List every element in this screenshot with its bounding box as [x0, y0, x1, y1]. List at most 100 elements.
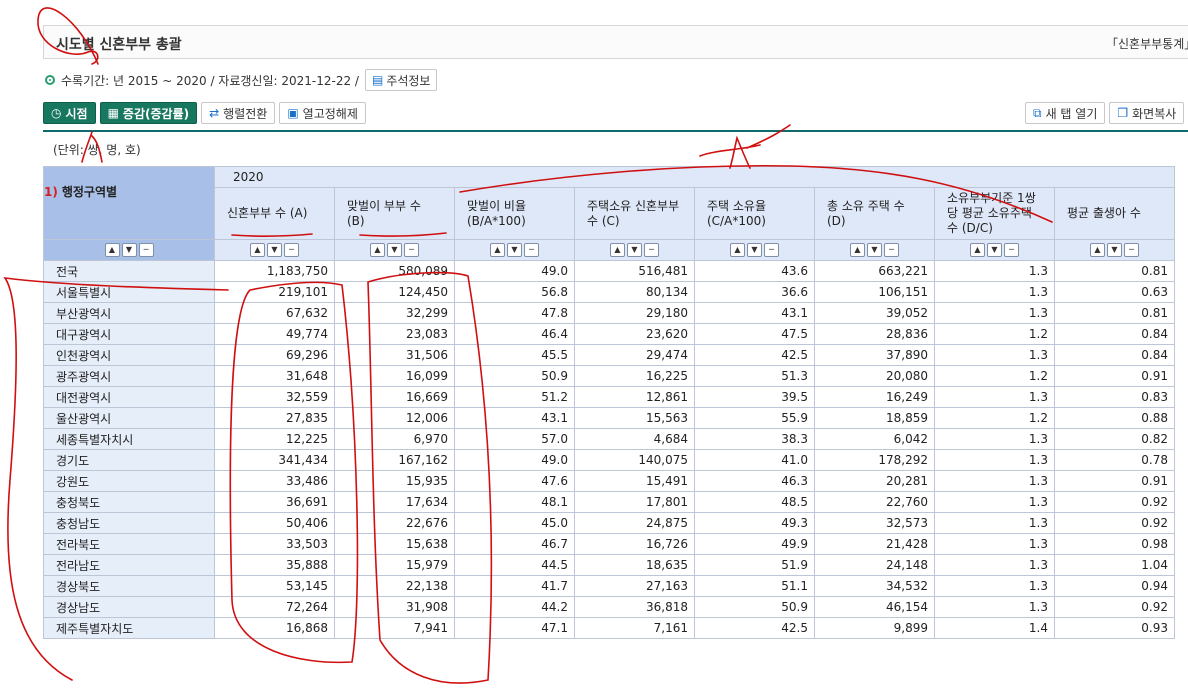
table-cell[interactable]: 0.83 [1054, 386, 1175, 408]
table-cell[interactable]: 38.3 [694, 428, 815, 450]
table-cell[interactable]: 15,563 [574, 407, 695, 429]
table-cell[interactable]: 41.7 [454, 575, 575, 597]
table-cell[interactable]: 516,481 [574, 260, 695, 282]
table-cell[interactable]: 140,075 [574, 449, 695, 471]
table-cell[interactable]: 29,474 [574, 344, 695, 366]
table-cell[interactable]: 67,632 [214, 302, 335, 324]
row-label[interactable]: 충청북도 [43, 491, 215, 513]
sort-desc-icon[interactable]: ▼ [867, 243, 882, 258]
table-cell[interactable]: 45.0 [454, 512, 575, 534]
table-cell[interactable]: 0.82 [1054, 428, 1175, 450]
table-cell[interactable]: 12,006 [334, 407, 455, 429]
table-cell[interactable]: 0.84 [1054, 323, 1175, 345]
table-cell[interactable]: 33,486 [214, 470, 335, 492]
sort-reset-icon[interactable]: ─ [764, 243, 779, 258]
sort-desc-icon[interactable]: ▼ [627, 243, 642, 258]
sort-reset-icon[interactable]: ─ [884, 243, 899, 258]
table-cell[interactable]: 36.6 [694, 281, 815, 303]
row-label[interactable]: 전국 [43, 260, 215, 282]
table-cell[interactable]: 17,801 [574, 491, 695, 513]
table-cell[interactable]: 23,083 [334, 323, 455, 345]
sort-reset-icon[interactable]: ─ [1004, 243, 1019, 258]
table-cell[interactable]: 39,052 [814, 302, 935, 324]
sort-desc-icon[interactable]: ▼ [987, 243, 1002, 258]
table-cell[interactable]: 16,249 [814, 386, 935, 408]
table-cell[interactable]: 43.1 [454, 407, 575, 429]
col-header[interactable]: 맞벌이 비율 (B/A*100) [454, 187, 575, 240]
table-cell[interactable]: 7,941 [334, 617, 455, 639]
table-cell[interactable]: 41.0 [694, 449, 815, 471]
pivot-button[interactable]: ⇄ 행렬전환 [201, 102, 276, 124]
sort-reset-icon[interactable]: ─ [524, 243, 539, 258]
table-cell[interactable]: 0.92 [1054, 596, 1175, 618]
sort-asc-icon[interactable]: ▲ [970, 243, 985, 258]
sort-desc-icon[interactable]: ▼ [507, 243, 522, 258]
table-cell[interactable]: 18,859 [814, 407, 935, 429]
table-cell[interactable]: 46.7 [454, 533, 575, 555]
table-cell[interactable]: 31,908 [334, 596, 455, 618]
table-cell[interactable]: 0.88 [1054, 407, 1175, 429]
unfreeze-button[interactable]: ▣ 열고정해제 [279, 102, 366, 124]
table-cell[interactable]: 1.3 [934, 281, 1055, 303]
table-cell[interactable]: 12,225 [214, 428, 335, 450]
table-cell[interactable]: 1.3 [934, 260, 1055, 282]
table-cell[interactable]: 16,099 [334, 365, 455, 387]
table-cell[interactable]: 0.81 [1054, 260, 1175, 282]
sort-desc-icon[interactable]: ▼ [267, 243, 282, 258]
table-cell[interactable]: 341,434 [214, 449, 335, 471]
table-cell[interactable]: 4,684 [574, 428, 695, 450]
table-cell[interactable]: 31,506 [334, 344, 455, 366]
table-cell[interactable]: 16,726 [574, 533, 695, 555]
row-label[interactable]: 인천광역시 [43, 344, 215, 366]
table-cell[interactable]: 33,503 [214, 533, 335, 555]
table-cell[interactable]: 0.98 [1054, 533, 1175, 555]
sort-asc-icon[interactable]: ▲ [610, 243, 625, 258]
row-label[interactable]: 대전광역시 [43, 386, 215, 408]
table-cell[interactable]: 27,835 [214, 407, 335, 429]
screen-copy-button[interactable]: ❐ 화면복사 [1109, 102, 1185, 124]
table-cell[interactable]: 42.5 [694, 617, 815, 639]
sort-reset-icon[interactable]: ─ [1124, 243, 1139, 258]
table-cell[interactable]: 44.2 [454, 596, 575, 618]
table-cell[interactable]: 1.3 [934, 554, 1055, 576]
sort-asc-icon[interactable]: ▲ [104, 243, 120, 258]
table-cell[interactable]: 1.3 [934, 470, 1055, 492]
sort-asc-icon[interactable]: ▲ [370, 243, 385, 258]
sort-reset-icon[interactable]: ─ [644, 243, 659, 258]
table-cell[interactable]: 0.91 [1054, 470, 1175, 492]
table-cell[interactable]: 32,559 [214, 386, 335, 408]
table-cell[interactable]: 0.81 [1054, 302, 1175, 324]
table-cell[interactable]: 15,638 [334, 533, 455, 555]
col-header[interactable]: 소유부부기준 1쌍당 평균 소유주택 수 (D/C) [934, 187, 1055, 240]
col-header[interactable]: 신혼부부 수 (A) [214, 187, 335, 240]
table-cell[interactable]: 42.5 [694, 344, 815, 366]
table-cell[interactable]: 1.3 [934, 302, 1055, 324]
table-cell[interactable]: 20,281 [814, 470, 935, 492]
row-label[interactable]: 충청남도 [43, 512, 215, 534]
table-cell[interactable]: 7,161 [574, 617, 695, 639]
table-cell[interactable]: 0.92 [1054, 512, 1175, 534]
table-cell[interactable]: 36,691 [214, 491, 335, 513]
table-cell[interactable]: 1.3 [934, 428, 1055, 450]
table-cell[interactable]: 20,080 [814, 365, 935, 387]
table-cell[interactable]: 49,774 [214, 323, 335, 345]
table-cell[interactable]: 29,180 [574, 302, 695, 324]
table-cell[interactable]: 48.1 [454, 491, 575, 513]
table-cell[interactable]: 35,888 [214, 554, 335, 576]
table-cell[interactable]: 1.04 [1054, 554, 1175, 576]
table-cell[interactable]: 51.1 [694, 575, 815, 597]
table-cell[interactable]: 6,970 [334, 428, 455, 450]
table-cell[interactable]: 39.5 [694, 386, 815, 408]
table-cell[interactable]: 50.9 [694, 596, 815, 618]
sort-desc-icon[interactable]: ▼ [121, 243, 137, 258]
table-cell[interactable]: 57.0 [454, 428, 575, 450]
table-cell[interactable]: 47.1 [454, 617, 575, 639]
sort-asc-icon[interactable]: ▲ [850, 243, 865, 258]
row-label[interactable]: 전라남도 [43, 554, 215, 576]
table-cell[interactable]: 47.5 [694, 323, 815, 345]
table-cell[interactable]: 28,836 [814, 323, 935, 345]
table-cell[interactable]: 49.3 [694, 512, 815, 534]
row-label[interactable]: 세종특별자치시 [43, 428, 215, 450]
table-cell[interactable]: 47.6 [454, 470, 575, 492]
table-cell[interactable]: 0.78 [1054, 449, 1175, 471]
